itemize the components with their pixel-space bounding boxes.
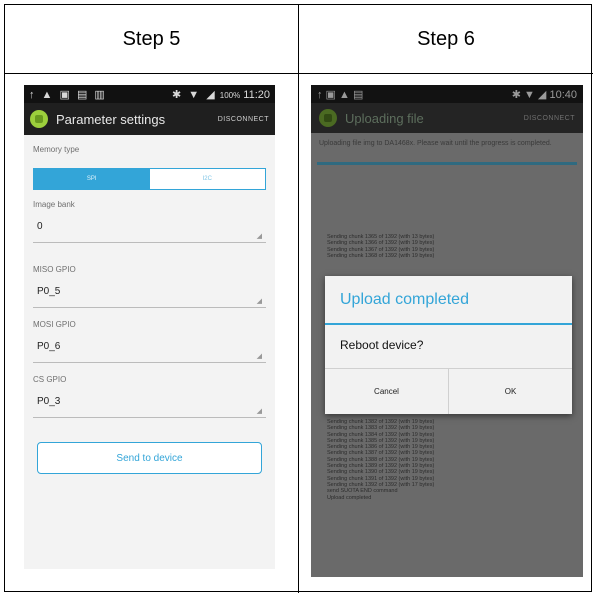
- action-bar: Uploading file DISCONNECT: [311, 103, 583, 133]
- send-to-device-button[interactable]: Send to device: [37, 442, 262, 474]
- disconnect-button[interactable]: DISCONNECT: [218, 116, 269, 123]
- dropdown-corner-icon: ◢: [256, 298, 262, 305]
- cancel-button[interactable]: Cancel: [325, 369, 449, 414]
- dialog-buttons: Cancel OK: [325, 368, 572, 414]
- screen-title: Uploading file: [345, 110, 424, 126]
- status-time: 10:40: [549, 88, 577, 101]
- log-line: Sending chunk 1390 of 1392 (with 19 byte…: [327, 469, 435, 476]
- cs-gpio-label: CS GPIO: [33, 375, 67, 384]
- mosi-gpio-label: MOSI GPIO: [33, 320, 76, 329]
- dropdown-corner-icon: ◢: [256, 233, 262, 240]
- status-bar: ↑ ▲ ▣ ▤ ▥ ✱ ▼ ◢ 100% 11:20: [24, 85, 275, 103]
- step-6-header: Step 6: [417, 27, 475, 50]
- log-line: Sending chunk 1384 of 1392 (with 19 byte…: [327, 431, 435, 438]
- image-bank-value: 0: [37, 221, 43, 232]
- log-line: Upload completed: [327, 494, 372, 501]
- dialog-message: Reboot device?: [340, 337, 424, 352]
- dropdown-corner-icon: ◢: [256, 408, 262, 415]
- miso-gpio-label: MISO GPIO: [33, 265, 76, 274]
- upload-message: Uploading file img to DA1468x. Please wa…: [319, 140, 552, 147]
- mosi-gpio-select[interactable]: P0_6 ◢: [33, 337, 266, 363]
- battery-level: 100%: [219, 90, 241, 100]
- upload-completed-dialog: Upload completed Reboot device? Cancel O…: [325, 276, 572, 414]
- memory-type-spi[interactable]: SPI: [34, 169, 150, 189]
- dialog-title: Upload completed: [325, 276, 572, 325]
- mosi-gpio-value: P0_6: [37, 341, 61, 352]
- memory-type-i2c[interactable]: I2C: [150, 169, 266, 189]
- column-divider: [298, 5, 299, 593]
- uploading-file-screen: ↑ ▣ ▲ ▤ ✱ ▼ ◢ 10:40 Uploading file DISCO…: [311, 85, 583, 577]
- log-line: Sending chunk 1383 of 1392 (with 19 byte…: [327, 425, 435, 432]
- memory-type-toggle[interactable]: SPI I2C: [33, 168, 266, 190]
- header-divider: [5, 73, 593, 74]
- signal-icons: ✱ ▼ ◢: [172, 88, 217, 101]
- log-line: Sending chunk 1368 of 1392 (with 19 byte…: [327, 252, 435, 259]
- android-icon: [319, 109, 337, 127]
- step-5-header: Step 5: [122, 27, 181, 50]
- ok-button[interactable]: OK: [449, 369, 572, 414]
- cs-gpio-select[interactable]: P0_3 ◢: [33, 392, 266, 418]
- android-icon: [30, 110, 48, 128]
- notification-icons: ↑ ▣ ▲ ▤: [317, 88, 364, 101]
- screen-title: Parameter settings: [56, 111, 166, 127]
- image-bank-label: Image bank: [33, 200, 75, 209]
- log-line: Sending chunk 1387 of 1392 (with 19 byte…: [327, 450, 435, 457]
- action-bar: Parameter settings DISCONNECT: [24, 103, 275, 135]
- disconnect-button[interactable]: DISCONNECT: [524, 115, 575, 122]
- cs-gpio-value: P0_3: [37, 396, 61, 407]
- status-bar: ↑ ▣ ▲ ▤ ✱ ▼ ◢ 10:40: [311, 85, 583, 103]
- signal-icons: ✱ ▼ ◢: [511, 88, 547, 101]
- parameter-settings-screen: ↑ ▲ ▣ ▤ ▥ ✱ ▼ ◢ 100% 11:20 Parameter set…: [24, 85, 275, 569]
- upload-log-bottom: Sending chunk 1382 of 1392 (with 19 byte…: [327, 419, 434, 501]
- log-line: Sending chunk 1366 of 1392 (with 19 byte…: [327, 240, 435, 247]
- miso-gpio-value: P0_5: [37, 286, 61, 297]
- notification-icons: ↑ ▲ ▣ ▤ ▥: [29, 88, 107, 101]
- miso-gpio-select[interactable]: P0_5 ◢: [33, 282, 266, 308]
- upload-progress-bar: [317, 162, 577, 165]
- memory-type-label: Memory type: [33, 145, 80, 154]
- upload-log-top: Sending chunk 1365 of 1392 (with 13 byte…: [327, 234, 434, 259]
- image-bank-select[interactable]: 0 ◢: [33, 217, 266, 243]
- log-line: Sending chunk 1367 of 1392 (with 19 byte…: [327, 246, 435, 253]
- status-time: 11:20: [243, 88, 270, 101]
- dropdown-corner-icon: ◢: [256, 353, 262, 360]
